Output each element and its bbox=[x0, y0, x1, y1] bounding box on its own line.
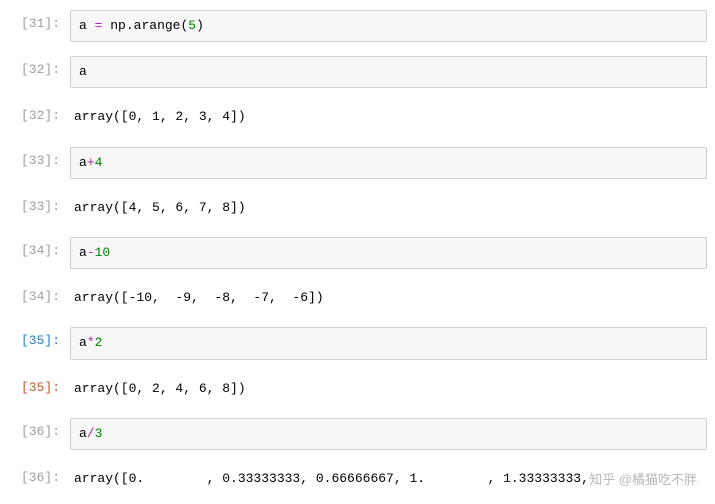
code-token: a bbox=[79, 155, 87, 170]
input-cell: [33]:a+4 bbox=[0, 143, 715, 183]
code-input[interactable]: a bbox=[70, 56, 707, 88]
cell-content: a = np.arange(5) bbox=[70, 10, 707, 42]
input-cell: [32]: a bbox=[0, 52, 715, 92]
code-token: ) bbox=[196, 18, 204, 33]
code-token: - bbox=[87, 245, 95, 260]
out-prompt: [33]: bbox=[8, 193, 70, 214]
code-output: array([-10, -9, -8, -7, -6]) bbox=[70, 283, 707, 313]
code-token: a bbox=[79, 64, 87, 79]
output-cell: [36]:array([0. , 0.33333333, 0.66666667,… bbox=[0, 460, 715, 498]
in-prompt: [36]: bbox=[8, 418, 70, 439]
in-prompt: [31]: bbox=[8, 10, 70, 31]
code-token: a bbox=[79, 245, 87, 260]
code-token: + bbox=[87, 155, 95, 170]
in-prompt: [35]: bbox=[8, 327, 70, 348]
code-token: a bbox=[79, 426, 87, 441]
input-cell: [36]:a/3 bbox=[0, 414, 715, 454]
code-input[interactable]: a = np.arange(5) bbox=[70, 10, 707, 42]
in-prompt: [32]: bbox=[8, 56, 70, 77]
notebook: [31]:a = np.arange(5)[32]:a[32]:array([0… bbox=[0, 0, 715, 504]
code-token: 2 bbox=[95, 335, 103, 350]
code-token: 3 bbox=[95, 426, 103, 441]
in-prompt: [33]: bbox=[8, 147, 70, 168]
code-input[interactable]: a+4 bbox=[70, 147, 707, 179]
output-cell: [34]:array([-10, -9, -8, -7, -6]) bbox=[0, 279, 715, 317]
cell-content: a-10 bbox=[70, 237, 707, 269]
code-output: array([4, 5, 6, 7, 8]) bbox=[70, 193, 707, 223]
code-token: * bbox=[87, 335, 95, 350]
cell-content: array([0, 1, 2, 3, 4]) bbox=[70, 102, 707, 132]
code-token bbox=[87, 18, 95, 33]
out-prompt: [32]: bbox=[8, 102, 70, 123]
code-output: array([0. , 0.33333333, 0.66666667, 1. ,… bbox=[70, 464, 707, 494]
code-token: arange bbox=[134, 18, 181, 33]
code-token: a bbox=[79, 18, 87, 33]
cell-content: array([-10, -9, -8, -7, -6]) bbox=[70, 283, 707, 313]
input-cell: [31]:a = np.arange(5) bbox=[0, 6, 715, 46]
code-token: / bbox=[87, 426, 95, 441]
input-cell: [34]:a-10 bbox=[0, 233, 715, 273]
cell-content: array([0. , 0.33333333, 0.66666667, 1. ,… bbox=[70, 464, 707, 494]
code-token: 10 bbox=[95, 245, 111, 260]
code-token: 5 bbox=[188, 18, 196, 33]
cell-content: a*2 bbox=[70, 327, 707, 359]
code-token: a bbox=[79, 335, 87, 350]
code-input[interactable]: a-10 bbox=[70, 237, 707, 269]
output-cell: [32]:array([0, 1, 2, 3, 4]) bbox=[0, 98, 715, 136]
output-cell: [35]:array([0, 2, 4, 6, 8]) bbox=[0, 370, 715, 408]
input-cell: [35]:a*2 bbox=[0, 323, 715, 363]
out-prompt: [34]: bbox=[8, 283, 70, 304]
code-token: 4 bbox=[95, 155, 103, 170]
output-cell: [33]:array([4, 5, 6, 7, 8]) bbox=[0, 189, 715, 227]
code-output: array([0, 2, 4, 6, 8]) bbox=[70, 374, 707, 404]
cell-content: a/3 bbox=[70, 418, 707, 450]
code-input[interactable]: a/3 bbox=[70, 418, 707, 450]
code-input[interactable]: a*2 bbox=[70, 327, 707, 359]
code-output: array([0, 1, 2, 3, 4]) bbox=[70, 102, 707, 132]
cell-content: array([0, 2, 4, 6, 8]) bbox=[70, 374, 707, 404]
cell-content: a bbox=[70, 56, 707, 88]
cell-content: array([4, 5, 6, 7, 8]) bbox=[70, 193, 707, 223]
out-prompt: [36]: bbox=[8, 464, 70, 485]
cell-content: a+4 bbox=[70, 147, 707, 179]
out-prompt: [35]: bbox=[8, 374, 70, 395]
code-token: np bbox=[110, 18, 126, 33]
code-token: . bbox=[126, 18, 134, 33]
in-prompt: [34]: bbox=[8, 237, 70, 258]
